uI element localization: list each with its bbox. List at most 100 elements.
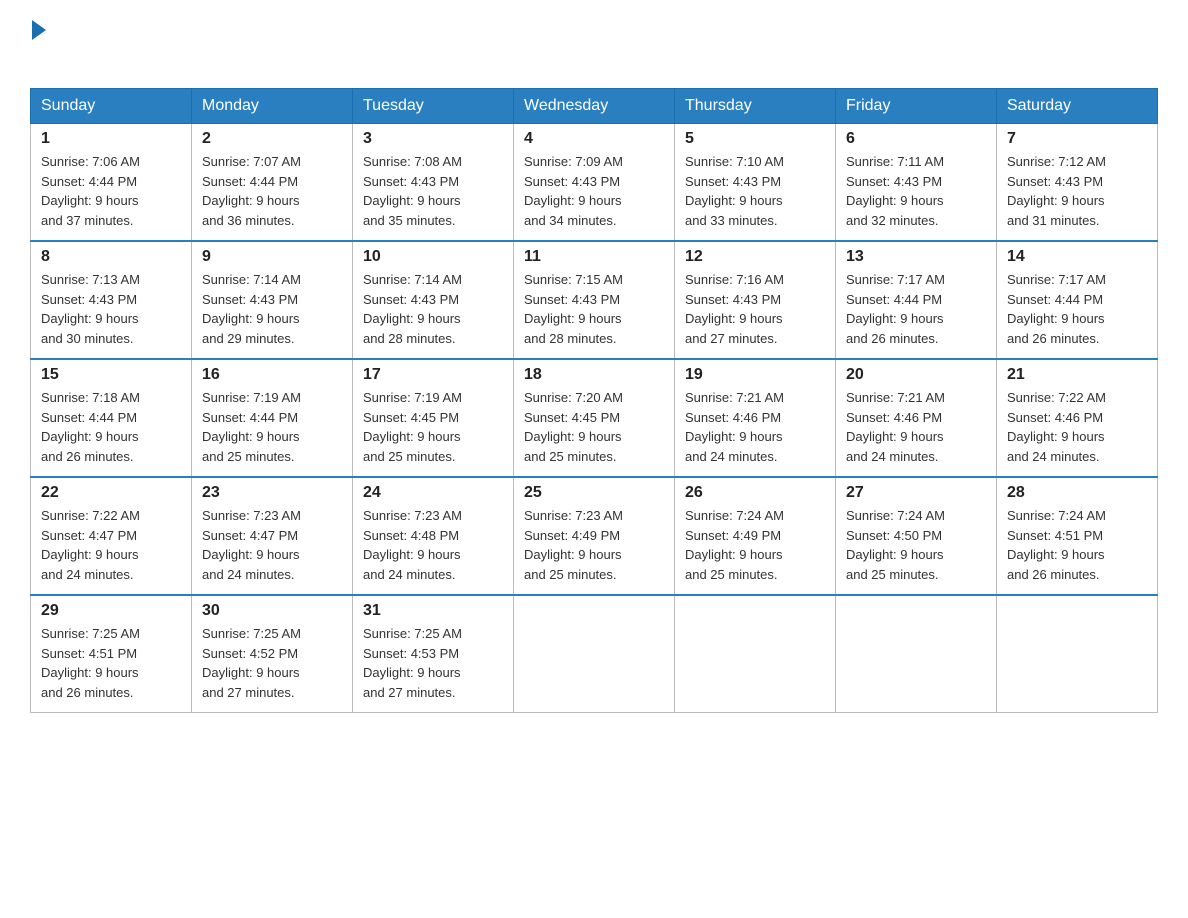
day-info: Sunrise: 7:06 AM Sunset: 4:44 PM Dayligh…: [41, 152, 181, 230]
day-info: Sunrise: 7:20 AM Sunset: 4:45 PM Dayligh…: [524, 388, 664, 466]
day-number: 18: [524, 366, 664, 384]
day-number: 25: [524, 484, 664, 502]
calendar-cell: 4 Sunrise: 7:09 AM Sunset: 4:43 PM Dayli…: [514, 124, 675, 242]
day-number: 5: [685, 130, 825, 148]
day-number: 26: [685, 484, 825, 502]
day-info: Sunrise: 7:11 AM Sunset: 4:43 PM Dayligh…: [846, 152, 986, 230]
day-info: Sunrise: 7:08 AM Sunset: 4:43 PM Dayligh…: [363, 152, 503, 230]
calendar-cell: 26 Sunrise: 7:24 AM Sunset: 4:49 PM Dayl…: [675, 477, 836, 595]
day-number: 12: [685, 248, 825, 266]
calendar-cell: [836, 595, 997, 713]
day-number: 9: [202, 248, 342, 266]
day-number: 21: [1007, 366, 1147, 384]
day-number: 8: [41, 248, 181, 266]
calendar-cell: 14 Sunrise: 7:17 AM Sunset: 4:44 PM Dayl…: [997, 241, 1158, 359]
calendar-cell: 18 Sunrise: 7:20 AM Sunset: 4:45 PM Dayl…: [514, 359, 675, 477]
calendar-cell: 24 Sunrise: 7:23 AM Sunset: 4:48 PM Dayl…: [353, 477, 514, 595]
day-info: Sunrise: 7:10 AM Sunset: 4:43 PM Dayligh…: [685, 152, 825, 230]
calendar-cell: 6 Sunrise: 7:11 AM Sunset: 4:43 PM Dayli…: [836, 124, 997, 242]
day-info: Sunrise: 7:17 AM Sunset: 4:44 PM Dayligh…: [846, 270, 986, 348]
logo-arrow-icon: [32, 20, 46, 40]
calendar-week-row: 15 Sunrise: 7:18 AM Sunset: 4:44 PM Dayl…: [31, 359, 1158, 477]
day-info: Sunrise: 7:23 AM Sunset: 4:49 PM Dayligh…: [524, 506, 664, 584]
calendar-cell: 5 Sunrise: 7:10 AM Sunset: 4:43 PM Dayli…: [675, 124, 836, 242]
calendar-cell: 15 Sunrise: 7:18 AM Sunset: 4:44 PM Dayl…: [31, 359, 192, 477]
day-number: 1: [41, 130, 181, 148]
day-info: Sunrise: 7:19 AM Sunset: 4:44 PM Dayligh…: [202, 388, 342, 466]
day-info: Sunrise: 7:17 AM Sunset: 4:44 PM Dayligh…: [1007, 270, 1147, 348]
header-tuesday: Tuesday: [353, 89, 514, 124]
calendar-cell: 27 Sunrise: 7:24 AM Sunset: 4:50 PM Dayl…: [836, 477, 997, 595]
day-number: 20: [846, 366, 986, 384]
day-info: Sunrise: 7:18 AM Sunset: 4:44 PM Dayligh…: [41, 388, 181, 466]
calendar-week-row: 29 Sunrise: 7:25 AM Sunset: 4:51 PM Dayl…: [31, 595, 1158, 713]
day-number: 19: [685, 366, 825, 384]
calendar-cell: 8 Sunrise: 7:13 AM Sunset: 4:43 PM Dayli…: [31, 241, 192, 359]
calendar-cell: 7 Sunrise: 7:12 AM Sunset: 4:43 PM Dayli…: [997, 124, 1158, 242]
day-info: Sunrise: 7:24 AM Sunset: 4:50 PM Dayligh…: [846, 506, 986, 584]
calendar-cell: 30 Sunrise: 7:25 AM Sunset: 4:52 PM Dayl…: [192, 595, 353, 713]
calendar-cell: 22 Sunrise: 7:22 AM Sunset: 4:47 PM Dayl…: [31, 477, 192, 595]
calendar-cell: 9 Sunrise: 7:14 AM Sunset: 4:43 PM Dayli…: [192, 241, 353, 359]
calendar-cell: 19 Sunrise: 7:21 AM Sunset: 4:46 PM Dayl…: [675, 359, 836, 477]
calendar-cell: 16 Sunrise: 7:19 AM Sunset: 4:44 PM Dayl…: [192, 359, 353, 477]
header-friday: Friday: [836, 89, 997, 124]
day-info: Sunrise: 7:25 AM Sunset: 4:52 PM Dayligh…: [202, 624, 342, 702]
calendar-cell: [514, 595, 675, 713]
calendar-cell: 20 Sunrise: 7:21 AM Sunset: 4:46 PM Dayl…: [836, 359, 997, 477]
day-info: Sunrise: 7:24 AM Sunset: 4:51 PM Dayligh…: [1007, 506, 1147, 584]
logo: [30, 20, 46, 72]
day-number: 29: [41, 602, 181, 620]
day-info: Sunrise: 7:23 AM Sunset: 4:47 PM Dayligh…: [202, 506, 342, 584]
day-number: 17: [363, 366, 503, 384]
calendar-cell: 21 Sunrise: 7:22 AM Sunset: 4:46 PM Dayl…: [997, 359, 1158, 477]
day-number: 15: [41, 366, 181, 384]
day-info: Sunrise: 7:12 AM Sunset: 4:43 PM Dayligh…: [1007, 152, 1147, 230]
calendar-cell: [675, 595, 836, 713]
calendar-week-row: 1 Sunrise: 7:06 AM Sunset: 4:44 PM Dayli…: [31, 124, 1158, 242]
day-number: 10: [363, 248, 503, 266]
day-info: Sunrise: 7:22 AM Sunset: 4:46 PM Dayligh…: [1007, 388, 1147, 466]
day-number: 16: [202, 366, 342, 384]
calendar-cell: 17 Sunrise: 7:19 AM Sunset: 4:45 PM Dayl…: [353, 359, 514, 477]
day-info: Sunrise: 7:09 AM Sunset: 4:43 PM Dayligh…: [524, 152, 664, 230]
calendar-cell: 28 Sunrise: 7:24 AM Sunset: 4:51 PM Dayl…: [997, 477, 1158, 595]
day-info: Sunrise: 7:21 AM Sunset: 4:46 PM Dayligh…: [685, 388, 825, 466]
calendar-cell: 23 Sunrise: 7:23 AM Sunset: 4:47 PM Dayl…: [192, 477, 353, 595]
day-info: Sunrise: 7:16 AM Sunset: 4:43 PM Dayligh…: [685, 270, 825, 348]
day-number: 11: [524, 248, 664, 266]
calendar-cell: 10 Sunrise: 7:14 AM Sunset: 4:43 PM Dayl…: [353, 241, 514, 359]
day-number: 14: [1007, 248, 1147, 266]
day-number: 28: [1007, 484, 1147, 502]
day-number: 27: [846, 484, 986, 502]
day-info: Sunrise: 7:14 AM Sunset: 4:43 PM Dayligh…: [363, 270, 503, 348]
day-info: Sunrise: 7:15 AM Sunset: 4:43 PM Dayligh…: [524, 270, 664, 348]
day-info: Sunrise: 7:25 AM Sunset: 4:53 PM Dayligh…: [363, 624, 503, 702]
day-info: Sunrise: 7:24 AM Sunset: 4:49 PM Dayligh…: [685, 506, 825, 584]
day-number: 4: [524, 130, 664, 148]
header-sunday: Sunday: [31, 89, 192, 124]
calendar-cell: 12 Sunrise: 7:16 AM Sunset: 4:43 PM Dayl…: [675, 241, 836, 359]
day-info: Sunrise: 7:22 AM Sunset: 4:47 PM Dayligh…: [41, 506, 181, 584]
calendar-week-row: 8 Sunrise: 7:13 AM Sunset: 4:43 PM Dayli…: [31, 241, 1158, 359]
day-info: Sunrise: 7:25 AM Sunset: 4:51 PM Dayligh…: [41, 624, 181, 702]
day-info: Sunrise: 7:14 AM Sunset: 4:43 PM Dayligh…: [202, 270, 342, 348]
day-number: 3: [363, 130, 503, 148]
calendar-cell: 13 Sunrise: 7:17 AM Sunset: 4:44 PM Dayl…: [836, 241, 997, 359]
day-number: 24: [363, 484, 503, 502]
calendar-cell: [997, 595, 1158, 713]
day-info: Sunrise: 7:13 AM Sunset: 4:43 PM Dayligh…: [41, 270, 181, 348]
calendar-cell: 3 Sunrise: 7:08 AM Sunset: 4:43 PM Dayli…: [353, 124, 514, 242]
day-info: Sunrise: 7:21 AM Sunset: 4:46 PM Dayligh…: [846, 388, 986, 466]
calendar-table: SundayMondayTuesdayWednesdayThursdayFrid…: [30, 88, 1158, 713]
header-thursday: Thursday: [675, 89, 836, 124]
calendar-cell: 31 Sunrise: 7:25 AM Sunset: 4:53 PM Dayl…: [353, 595, 514, 713]
day-info: Sunrise: 7:23 AM Sunset: 4:48 PM Dayligh…: [363, 506, 503, 584]
calendar-cell: 25 Sunrise: 7:23 AM Sunset: 4:49 PM Dayl…: [514, 477, 675, 595]
header-monday: Monday: [192, 89, 353, 124]
calendar-cell: 11 Sunrise: 7:15 AM Sunset: 4:43 PM Dayl…: [514, 241, 675, 359]
calendar-cell: 2 Sunrise: 7:07 AM Sunset: 4:44 PM Dayli…: [192, 124, 353, 242]
calendar-cell: 1 Sunrise: 7:06 AM Sunset: 4:44 PM Dayli…: [31, 124, 192, 242]
day-number: 22: [41, 484, 181, 502]
header-wednesday: Wednesday: [514, 89, 675, 124]
